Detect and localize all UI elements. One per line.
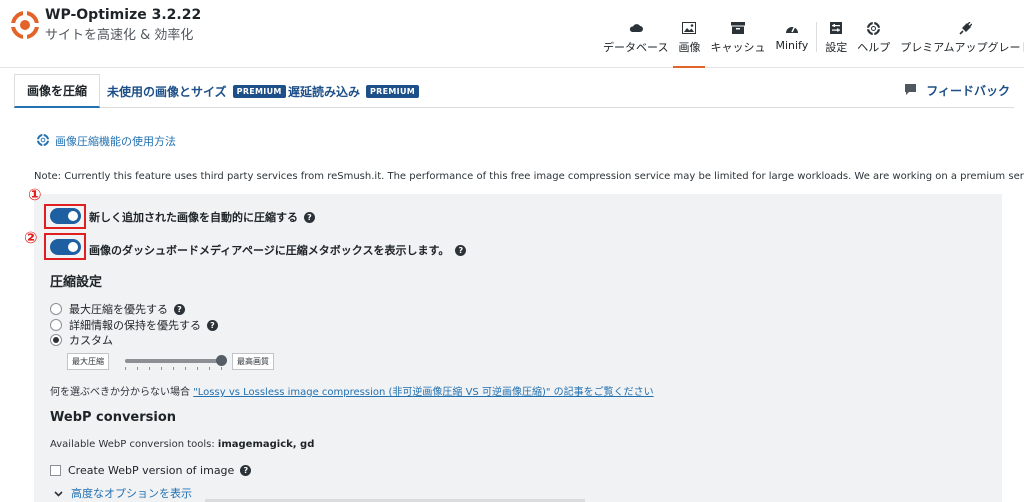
webp-tools-value: imagemagick, gd bbox=[217, 439, 315, 450]
help-question-icon[interactable]: ? bbox=[455, 244, 467, 256]
auto-compress-label: 新しく追加された画像を自動的に圧縮する bbox=[89, 211, 298, 224]
help-link[interactable]: 画像圧縮機能の使用方法 bbox=[36, 133, 176, 149]
help-question-icon[interactable]: ? bbox=[207, 319, 218, 331]
hint-text: 何を選ぶべきか分からない場合 bbox=[50, 387, 194, 398]
create-webp-option[interactable]: Create WebP version of image ? bbox=[50, 464, 252, 477]
slider-ticks bbox=[125, 367, 222, 371]
show-metabox-label: 画像のダッシュボードメディアページに圧縮メタボックスを表示します。 bbox=[89, 244, 450, 257]
slider-max-label: 最高画質 bbox=[232, 353, 274, 370]
show-metabox-toggle[interactable] bbox=[50, 239, 81, 255]
tab-unused-images[interactable]: 未使用の画像とサイズ PREMIUM bbox=[95, 74, 298, 108]
nav-item-images[interactable]: 画像 bbox=[673, 20, 706, 68]
create-webp-label: Create WebP version of image bbox=[68, 464, 235, 477]
nav-divider bbox=[816, 22, 818, 52]
toggle-knob bbox=[68, 242, 78, 252]
nav-label: Minify bbox=[775, 39, 809, 52]
slider-tick bbox=[137, 367, 138, 370]
tab-lazy-load[interactable]: 遅延読み込み PREMIUM bbox=[276, 74, 431, 108]
nav-item-help[interactable]: ヘルプ bbox=[852, 20, 895, 68]
help-question-icon[interactable]: ? bbox=[174, 303, 185, 315]
tabs-bar: 画像を圧縮 未使用の画像とサイズ PREMIUM 遅延読み込み PREMIUM … bbox=[0, 68, 1024, 108]
quality-slider[interactable]: 最大圧縮 最高画質 bbox=[67, 351, 287, 371]
lifebuoy-icon bbox=[867, 20, 881, 36]
nav-item-settings[interactable]: 設定 bbox=[820, 20, 852, 68]
premium-badge: PREMIUM bbox=[366, 84, 419, 98]
radio-preserve-detail[interactable]: 詳細情報の保持を優先する ? bbox=[50, 317, 218, 333]
tab-label: 遅延読み込み bbox=[288, 84, 361, 99]
slider-tick bbox=[173, 367, 174, 370]
nav-item-minify[interactable]: Minify bbox=[770, 20, 813, 68]
nav-label: データベース bbox=[603, 41, 669, 54]
nav-label: 設定 bbox=[825, 41, 848, 54]
webp-title: WebP conversion bbox=[50, 410, 177, 425]
compression-settings-title: 圧縮設定 bbox=[50, 275, 103, 290]
slider-min-label: 最大圧縮 bbox=[67, 353, 109, 370]
radio-button[interactable] bbox=[50, 334, 62, 346]
nav-label: キャッシュ bbox=[710, 41, 766, 54]
slider-tick bbox=[125, 367, 126, 370]
toggle-knob bbox=[68, 211, 78, 221]
advanced-options-label: 高度なオプションを表示 bbox=[71, 487, 192, 500]
nav-label: ヘルプ bbox=[857, 41, 891, 54]
auto-compress-option: 新しく追加された画像を自動的に圧縮する ? bbox=[89, 209, 315, 225]
cloud-icon bbox=[629, 20, 643, 36]
compression-hint: 何を選ぶべきか分からない場合 "Lossy vs Lossless image … bbox=[50, 383, 654, 398]
radio-label: カスタム bbox=[69, 334, 113, 347]
webp-tools-label: Available WebP conversion tools: bbox=[50, 439, 218, 450]
feedback-link[interactable]: フィードバック bbox=[905, 82, 1010, 99]
settings-panel bbox=[34, 194, 1002, 502]
tab-label: 画像を圧縮 bbox=[27, 84, 88, 98]
image-icon bbox=[682, 20, 697, 36]
auto-compress-toggle[interactable] bbox=[50, 208, 81, 224]
slider-track[interactable] bbox=[125, 355, 227, 366]
slider-tick bbox=[185, 367, 186, 370]
nav-item-premium-upgrade[interactable]: プレミアムアップグレード bbox=[895, 20, 1024, 68]
slider-tick bbox=[149, 367, 150, 370]
help-question-icon[interactable]: ? bbox=[304, 211, 315, 223]
wp-optimize-logo bbox=[10, 10, 40, 40]
slider-tick bbox=[209, 367, 210, 370]
service-note: Note: Currently this feature uses third … bbox=[34, 171, 1024, 182]
main-nav: データベース 画像 キャッシュ Minify 設定 ヘルプ プレミアムアップグレ… bbox=[598, 20, 1024, 68]
help-question-icon[interactable]: ? bbox=[240, 465, 252, 476]
lossy-vs-lossless-link[interactable]: "Lossy vs Lossless image compression (非可… bbox=[193, 387, 653, 398]
settings-icon bbox=[830, 20, 843, 36]
tab-label: 未使用の画像とサイズ bbox=[107, 84, 227, 99]
radio-button[interactable] bbox=[50, 303, 62, 315]
nav-label: プレミアムアップグレード bbox=[900, 41, 1024, 54]
radio-label: 最大圧縮を優先する bbox=[69, 303, 168, 316]
slider-tick bbox=[161, 367, 162, 370]
nav-item-database[interactable]: データベース bbox=[598, 20, 673, 68]
radio-button[interactable] bbox=[50, 319, 62, 331]
app-title: WP-Optimize 3.2.22 bbox=[45, 7, 202, 23]
show-metabox-option: 画像のダッシュボードメディアページに圧縮メタボックスを表示します。 ? bbox=[89, 242, 467, 258]
app-header: WP-Optimize 3.2.22 サイトを高速化 & 効率化 データベース … bbox=[0, 0, 1024, 68]
dashboard-icon bbox=[785, 20, 799, 36]
archive-icon bbox=[730, 20, 745, 36]
chevron-down-icon bbox=[54, 487, 63, 500]
callout-number-2: ② bbox=[24, 228, 38, 247]
callout-number-1: ① bbox=[28, 185, 42, 204]
tab-compress-images[interactable]: 画像を圧縮 bbox=[14, 74, 101, 108]
radio-label: 詳細情報の保持を優先する bbox=[69, 319, 201, 332]
radio-custom[interactable]: カスタム bbox=[50, 332, 113, 348]
slider-thumb[interactable] bbox=[216, 355, 227, 366]
create-webp-checkbox[interactable] bbox=[50, 465, 61, 476]
nav-label: 画像 bbox=[678, 41, 701, 54]
webp-tools: Available WebP conversion tools: imagema… bbox=[50, 439, 314, 450]
show-advanced-options[interactable]: 高度なオプションを表示 bbox=[54, 485, 192, 501]
radio-max-compression[interactable]: 最大圧縮を優先する ? bbox=[50, 301, 185, 317]
help-link-label: 画像圧縮機能の使用方法 bbox=[55, 135, 176, 148]
app-subtitle: サイトを高速化 & 効率化 bbox=[45, 28, 194, 43]
slider-tick bbox=[197, 367, 198, 370]
slider-tick bbox=[221, 367, 222, 370]
feedback-label: フィードバック bbox=[926, 84, 1010, 98]
nav-item-cache[interactable]: キャッシュ bbox=[705, 20, 770, 68]
plug-icon bbox=[959, 20, 973, 36]
lifebuoy-icon bbox=[36, 133, 50, 149]
comment-icon bbox=[905, 83, 917, 98]
